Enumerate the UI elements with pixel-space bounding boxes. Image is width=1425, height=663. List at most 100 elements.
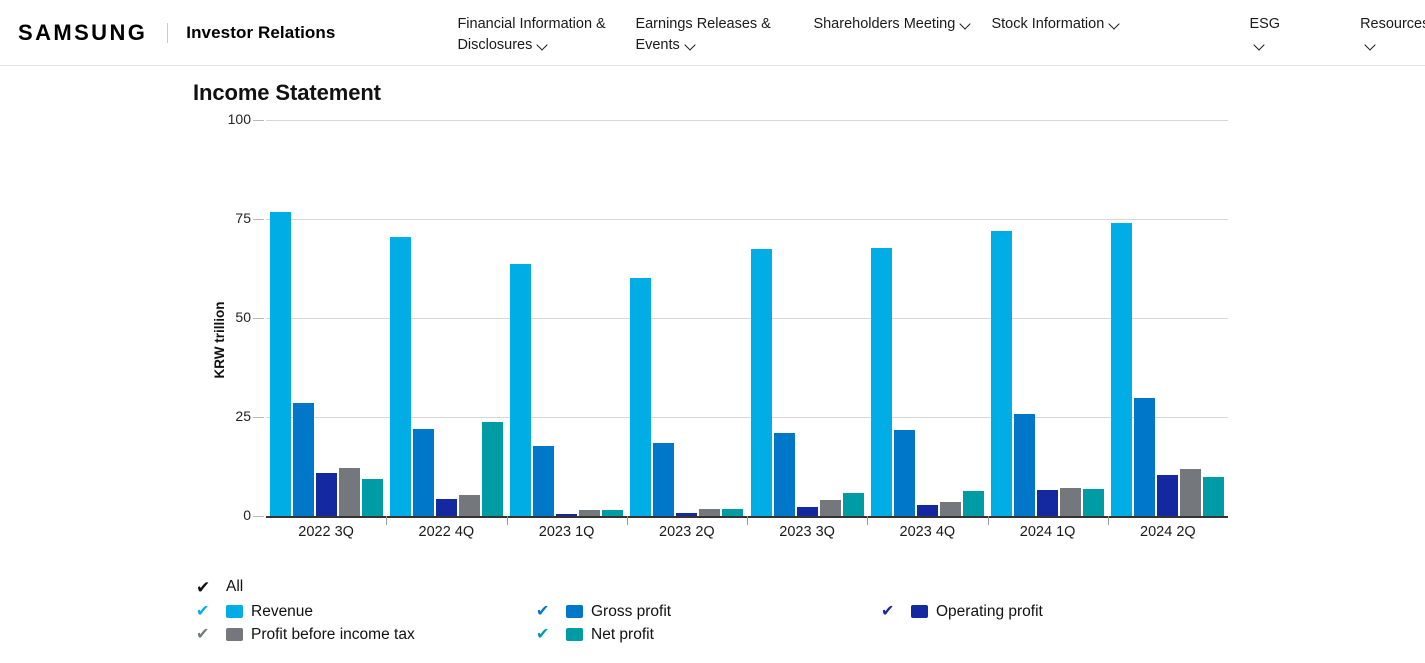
chevron-down-icon[interactable] [1109,20,1121,27]
bar[interactable] [894,430,915,516]
bar[interactable] [722,509,743,516]
bar[interactable] [1134,398,1155,516]
bar[interactable] [1203,477,1224,516]
samsung-logo[interactable]: SAMSUNG [18,22,147,44]
brand-block[interactable]: SAMSUNG Investor Relations [0,22,335,44]
checkmark-icon[interactable]: ✔ [536,604,556,620]
checkmark-icon[interactable]: ✔ [881,604,901,620]
bar[interactable] [653,443,674,516]
bar[interactable] [820,500,841,516]
y-tick-label: 75 [193,210,251,226]
legend-label: Profit before income tax [251,626,415,644]
chevron-down-icon[interactable] [1365,41,1377,48]
legend-item-operating-profit[interactable]: ✔ Operating profit [881,603,1043,621]
checkmark-icon[interactable]: ✔ [196,627,216,643]
bar[interactable] [293,403,314,516]
checkmark-icon[interactable]: ✔ [196,579,216,596]
bar[interactable] [602,510,623,516]
bar[interactable] [510,264,531,516]
secondary-navigation: ESG Resources [1169,10,1425,56]
bar[interactable] [774,433,795,516]
bar-group [627,120,747,516]
bar[interactable] [459,495,480,516]
nav-label: Earnings Releases & Events [635,16,770,53]
color-swatch [566,605,583,618]
checkmark-icon[interactable]: ✔ [196,604,216,620]
bar[interactable] [699,509,720,516]
bar[interactable] [1111,223,1132,516]
bar[interactable] [797,507,818,517]
bar[interactable] [1060,488,1081,516]
bar[interactable] [871,248,892,516]
bar[interactable] [630,278,651,516]
y-tick-mark [253,417,264,418]
bar[interactable] [533,446,554,516]
legend-item-gross-profit[interactable]: ✔ Gross profit [536,603,881,621]
nav-item-earnings-releases-events[interactable]: Earnings Releases & Events [635,14,813,56]
nav-label: Shareholders Meeting [813,16,955,32]
bar[interactable] [676,513,697,516]
chevron-down-icon[interactable] [685,41,697,48]
nav-item-stock-information[interactable]: Stock Information [991,14,1169,35]
y-tick-mark [253,219,264,220]
plot-area [266,120,1228,516]
bar[interactable] [1157,475,1178,516]
nav-item-resources[interactable]: Resources [1360,14,1425,56]
bar[interactable] [579,510,600,516]
bar[interactable] [316,473,337,516]
chevron-down-icon[interactable] [1254,41,1266,48]
x-tick-label: 2023 3Q [747,524,867,540]
legend-label-all: All [226,578,243,596]
legend-label: Net profit [591,626,654,644]
x-tick-label: 2022 4Q [386,524,506,540]
bar[interactable] [390,237,411,516]
x-tick-mark [386,516,387,525]
bar[interactable] [940,502,961,516]
site-name[interactable]: Investor Relations [186,23,335,43]
nav-label: Financial Information & Disclosures [457,16,605,53]
bar[interactable] [270,212,291,516]
bar[interactable] [917,505,938,516]
chart-legend: ✔ All ✔ Revenue ✔ Gross profit ✔ Operati… [0,574,1425,646]
site-header: SAMSUNG Investor Relations Financial Inf… [0,0,1425,66]
y-tick-label: 100 [193,111,251,127]
legend-item-net-profit[interactable]: ✔ Net profit [536,626,881,644]
legend-item-revenue[interactable]: ✔ Revenue [196,603,536,621]
bar-group [266,120,386,516]
bar[interactable] [413,429,434,516]
y-tick-label: 0 [193,507,251,523]
bar[interactable] [362,479,383,516]
x-tick-mark [988,516,989,525]
legend-item-all[interactable]: ✔ All [196,574,1425,600]
chevron-down-icon[interactable] [537,41,549,48]
bar[interactable] [751,249,772,516]
bar[interactable] [963,491,984,516]
bar-group [1108,120,1228,516]
y-tick-label: 25 [193,408,251,424]
legend-row: ✔ Profit before income tax ✔ Net profit [196,623,1296,646]
nav-item-esg[interactable]: ESG [1249,14,1280,56]
bar[interactable] [482,422,503,516]
bar[interactable] [843,493,864,516]
checkmark-icon[interactable]: ✔ [536,627,556,643]
bar[interactable] [991,231,1012,516]
legend-item-profit-before-income-tax[interactable]: ✔ Profit before income tax [196,626,536,644]
bar[interactable] [1037,490,1058,516]
legend-label: Gross profit [591,603,671,621]
y-tick-mark [253,318,264,319]
bar-group [747,120,867,516]
bar[interactable] [556,514,577,516]
legend-label: Operating profit [936,603,1043,621]
bar[interactable] [1083,489,1104,516]
y-tick-mark [253,120,264,121]
legend-row: ✔ Revenue ✔ Gross profit ✔ Operating pro… [196,600,1296,623]
nav-item-shareholders-meeting[interactable]: Shareholders Meeting [813,14,991,35]
nav-item-financial-information-disclosures[interactable]: Financial Information & Disclosures [457,14,635,56]
bar[interactable] [1014,414,1035,516]
x-tick-mark [747,516,748,525]
bar[interactable] [339,468,360,516]
bar[interactable] [1180,469,1201,516]
bar-group [386,120,506,516]
bar[interactable] [436,499,457,516]
chevron-down-icon[interactable] [960,20,972,27]
